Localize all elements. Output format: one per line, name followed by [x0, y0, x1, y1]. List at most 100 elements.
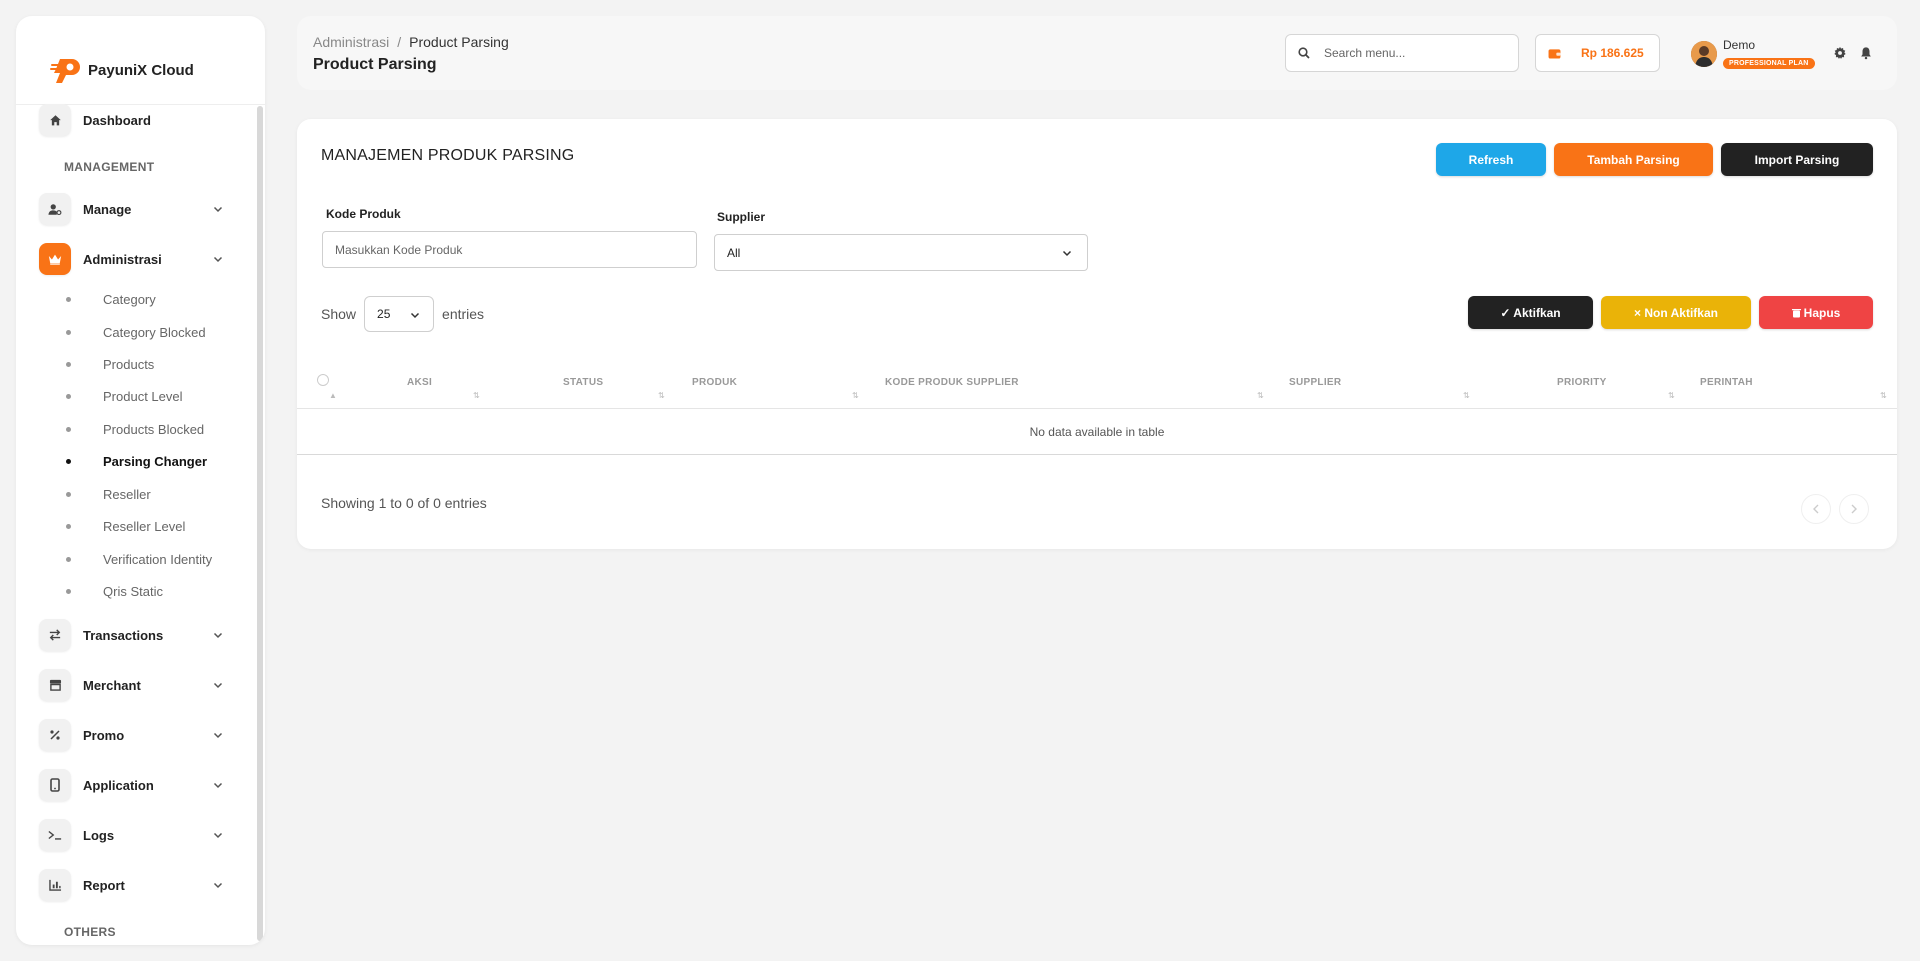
sidebar-subitem-reseller[interactable]: Reseller — [66, 484, 151, 504]
sidebar-item-label: Report — [83, 877, 125, 893]
search-icon — [1298, 47, 1310, 59]
supplier-label: Supplier — [717, 210, 766, 224]
chevron-down-icon — [213, 782, 223, 789]
sidebar-item-label: Logs — [83, 827, 115, 843]
sidebar-scrollbar-thumb[interactable] — [257, 106, 263, 941]
subitem-label: Parsing Changer — [103, 453, 208, 469]
chevron-down-icon — [213, 206, 223, 213]
sidebar-item-label: Administrasi — [83, 251, 162, 267]
sidebar-item-merchant[interactable]: Merchant — [39, 668, 224, 702]
column-header-supplier[interactable]: SUPPLIER — [1289, 377, 1341, 388]
sidebar-item-promo[interactable]: Promo — [39, 718, 224, 752]
deactivate-button[interactable]: × Non Aktifkan — [1601, 296, 1751, 329]
add-parsing-button[interactable]: Tambah Parsing — [1554, 143, 1713, 176]
sidebar-item-label: Dashboard — [83, 112, 151, 128]
search-input[interactable] — [1324, 46, 1494, 60]
sidebar-subitem-qris-static[interactable]: Qris Static — [66, 581, 163, 601]
sidebar-subitem-category[interactable]: Category — [66, 289, 156, 309]
home-icon — [39, 104, 71, 136]
subitem-label: Products Blocked — [103, 421, 205, 437]
payunix-logo-icon — [50, 59, 80, 83]
card-title: MANAJEMEN PRODUK PARSING — [321, 147, 575, 164]
bullet-icon — [66, 329, 71, 335]
sidebar-subitem-product-level[interactable]: Product Level — [66, 386, 183, 406]
table-header: ▲ AKSI ⇅ STATUS ⇅ PRODUK ⇅ KODE PRODUK S… — [297, 359, 1897, 409]
brand[interactable]: PayuniX Cloud — [48, 54, 194, 86]
column-header-perintah[interactable]: PERINTAH — [1700, 377, 1753, 388]
sidebar: PayuniX Cloud Dashboard MANAGEMENT Manag… — [16, 16, 265, 945]
sidebar-item-application[interactable]: Application — [39, 768, 224, 802]
pagination-previous-button[interactable] — [1801, 494, 1831, 524]
column-header-produk[interactable]: PRODUK — [692, 377, 737, 388]
column-header-aksi[interactable]: AKSI — [407, 377, 432, 388]
sidebar-subitem-reseller-level[interactable]: Reseller Level — [66, 516, 185, 536]
sidebar-item-transactions[interactable]: Transactions — [39, 618, 224, 652]
table-empty-row: No data available in table — [297, 410, 1897, 455]
subitem-label: Reseller — [103, 486, 151, 502]
sidebar-subitem-parsing-changer[interactable]: Parsing Changer — [66, 451, 207, 471]
bullet-icon — [66, 491, 71, 497]
bullet-icon — [66, 393, 71, 399]
chevron-down-icon — [213, 256, 223, 263]
pagination-next-button[interactable] — [1839, 494, 1869, 524]
kode-produk-input[interactable] — [322, 231, 697, 268]
sidebar-item-logs[interactable]: Logs — [39, 818, 224, 852]
balance-button[interactable]: Rp 186.625 — [1535, 34, 1660, 72]
entries-length-control: Show 25 entries — [321, 296, 484, 332]
sort-icon: ⇅ — [1880, 391, 1887, 400]
column-header-priority[interactable]: PRIORITY — [1557, 377, 1607, 388]
sidebar-subitem-category-blocked[interactable]: Category Blocked — [66, 322, 206, 342]
delete-button-label: Hapus — [1803, 305, 1841, 320]
parsing-card: MANAJEMEN PRODUK PARSING Refresh Tambah … — [297, 119, 1897, 549]
brand-name: PayuniX Cloud — [88, 61, 194, 79]
user-menu[interactable]: Demo PROFESSIONAL PLAN — [1691, 38, 1815, 70]
sort-icon: ⇅ — [1257, 391, 1264, 400]
table-info: Showing 1 to 0 of 0 entries — [321, 495, 487, 511]
column-header-kode-produk-supplier[interactable]: KODE PRODUK SUPPLIER — [885, 377, 1019, 388]
plan-badge: PROFESSIONAL PLAN — [1723, 58, 1815, 69]
subitem-label: Reseller Level — [103, 518, 186, 534]
activate-button[interactable]: ✓ Aktifkan — [1468, 296, 1593, 329]
sidebar-item-administrasi[interactable]: Administrasi — [39, 242, 224, 276]
sidebar-item-label: Transactions — [83, 627, 164, 643]
delete-button[interactable]: Hapus — [1759, 296, 1873, 329]
bullet-icon — [66, 458, 71, 464]
search-box[interactable] — [1285, 34, 1519, 72]
bullet-icon — [66, 523, 71, 529]
sort-icon: ⇅ — [473, 391, 480, 400]
bullet-icon — [66, 361, 71, 367]
refresh-button[interactable]: Refresh — [1436, 143, 1546, 176]
sidebar-subitem-verification-identity[interactable]: Verification Identity — [66, 549, 212, 569]
sort-icon: ⇅ — [658, 391, 665, 400]
breadcrumb-item-administrasi[interactable]: Administrasi — [313, 34, 389, 50]
chevron-down-icon — [213, 632, 223, 639]
import-parsing-button[interactable]: Import Parsing — [1721, 143, 1873, 176]
sidebar-item-label: Promo — [83, 727, 125, 743]
crown-icon — [39, 243, 71, 275]
section-label-management: MANAGEMENT — [64, 160, 155, 174]
bullet-icon — [66, 296, 71, 302]
user-gear-icon — [39, 193, 71, 225]
sort-icon: ⇅ — [1463, 391, 1470, 400]
bell-icon[interactable] — [1859, 46, 1873, 60]
sidebar-subitem-products-blocked[interactable]: Products Blocked — [66, 419, 204, 439]
sidebar-subitem-products[interactable]: Products — [66, 354, 154, 374]
supplier-select[interactable]: All — [714, 234, 1088, 271]
wallet-icon — [1548, 48, 1561, 59]
select-all-checkbox[interactable] — [317, 374, 329, 386]
sidebar-item-dashboard[interactable]: Dashboard — [39, 103, 224, 137]
sort-icon: ⇅ — [852, 391, 859, 400]
sidebar-item-manage[interactable]: Manage — [39, 192, 224, 226]
sidebar-item-label: Manage — [83, 201, 132, 217]
column-header-status[interactable]: STATUS — [563, 377, 603, 388]
gear-icon[interactable] — [1833, 46, 1847, 60]
sort-asc-icon: ▲ — [329, 391, 337, 400]
show-label: Show — [321, 306, 357, 322]
chart-icon — [39, 869, 71, 901]
entries-length-select[interactable]: 25 — [364, 296, 435, 332]
breadcrumb: Administrasi / Product Parsing — [313, 34, 509, 50]
section-label-others: OTHERS — [64, 925, 116, 939]
subitem-label: Qris Static — [103, 583, 163, 599]
supplier-select-value: All — [727, 245, 741, 260]
sidebar-item-report[interactable]: Report — [39, 868, 224, 902]
